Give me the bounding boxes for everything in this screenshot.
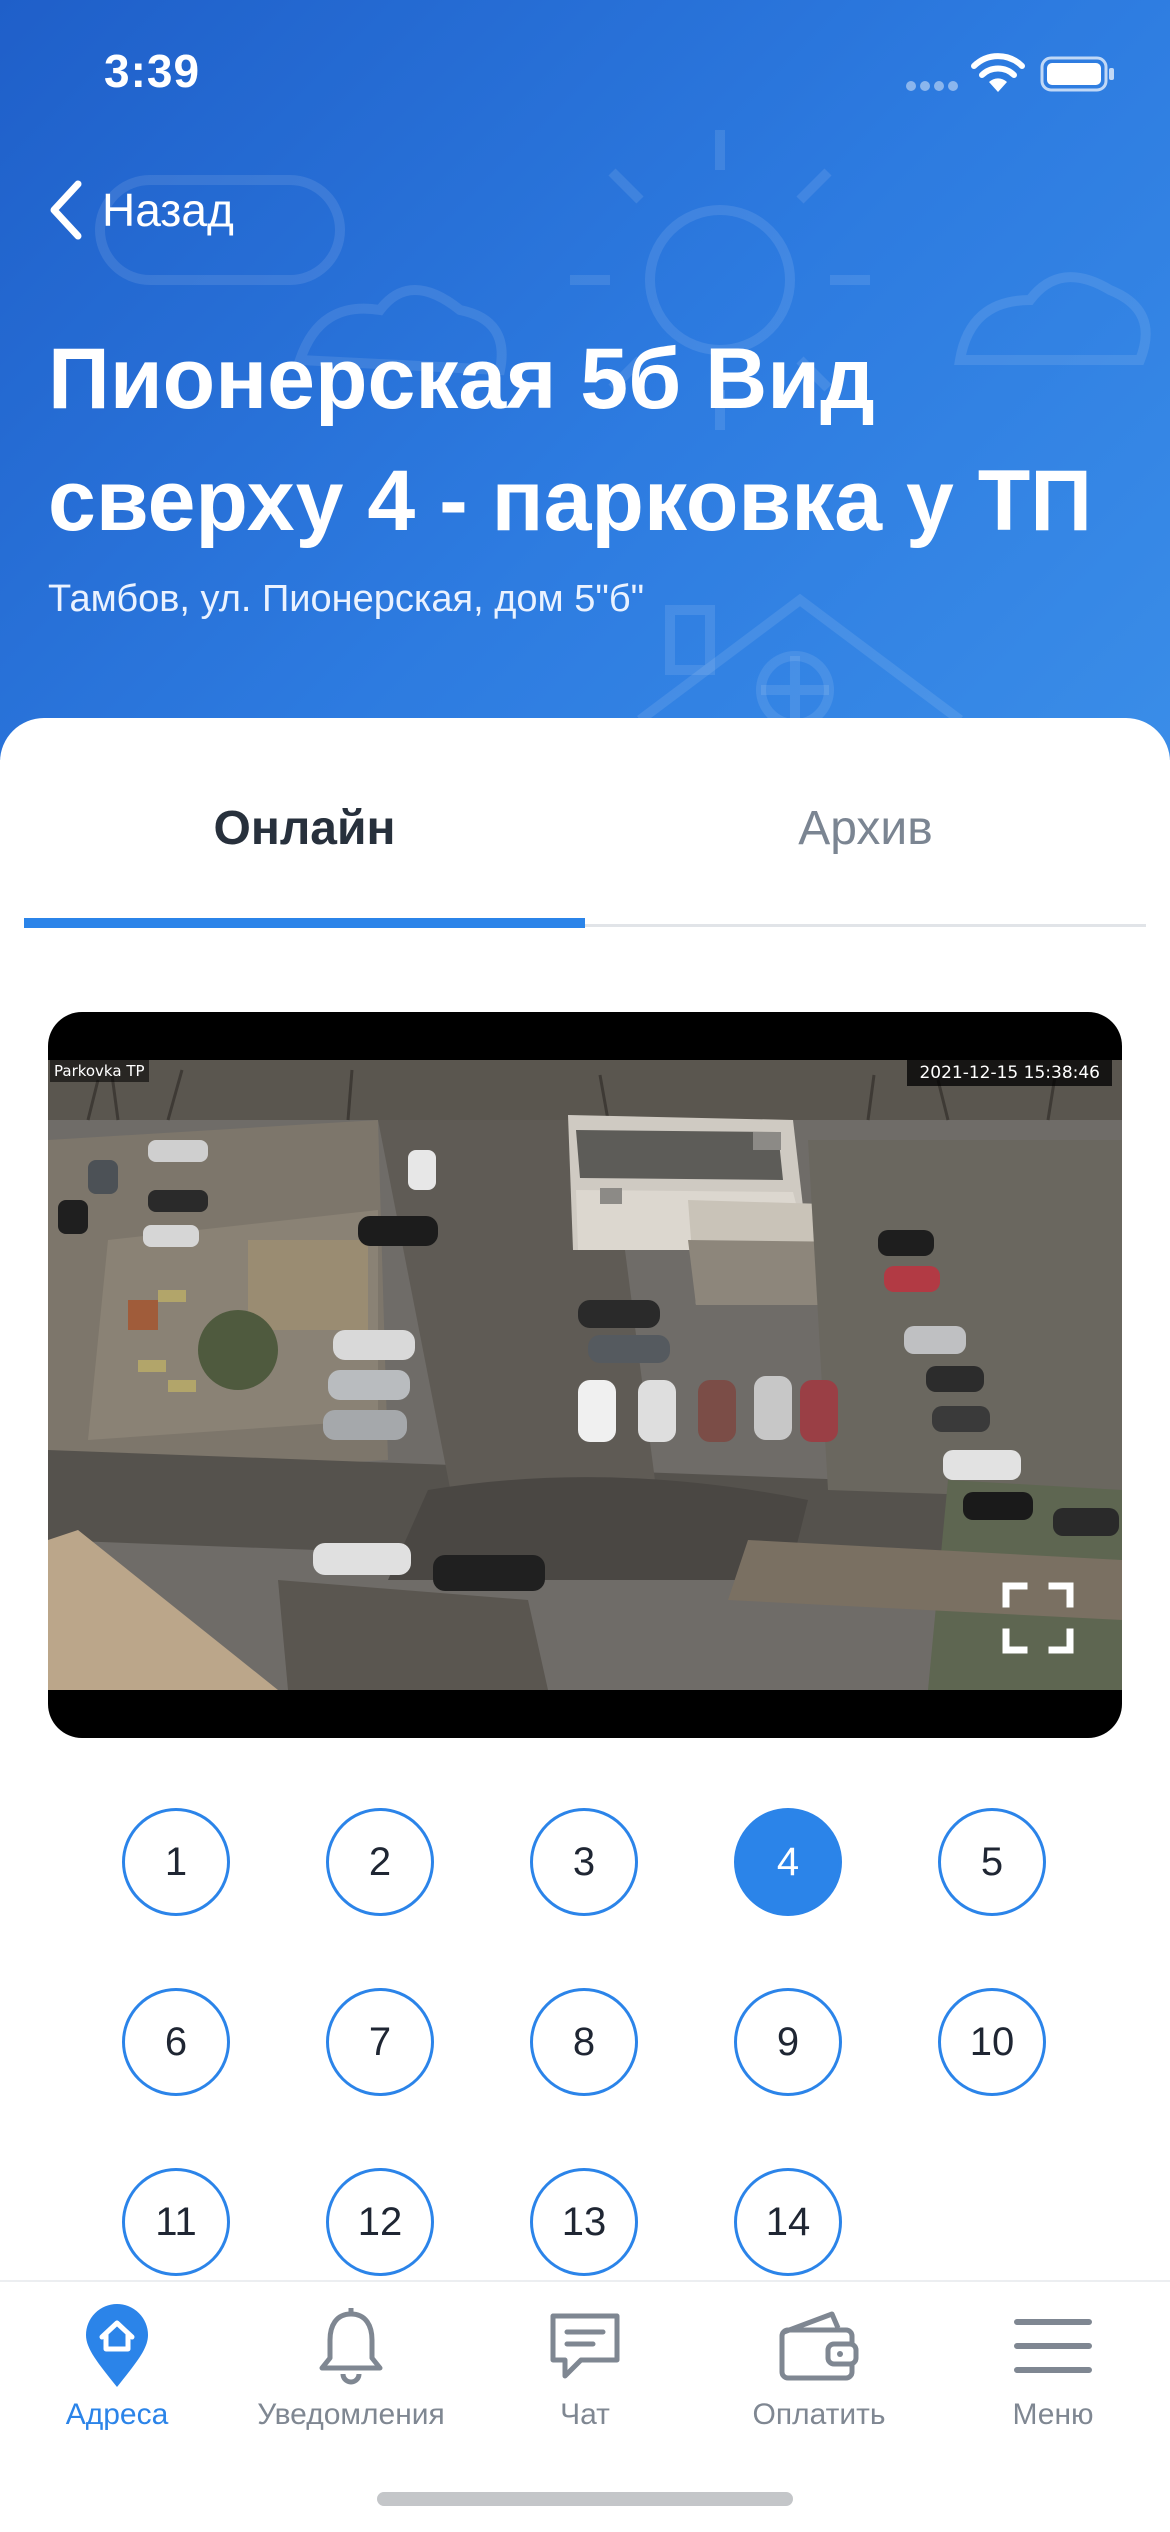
camera-button-1[interactable]: 1 — [122, 1808, 230, 1916]
tabbar-item-notifications[interactable]: Уведомления — [234, 2296, 468, 2456]
fullscreen-icon[interactable] — [998, 1578, 1078, 1658]
tabbar-label-menu: Меню — [1012, 2398, 1094, 2431]
tab-archive[interactable]: Архив — [585, 778, 1146, 878]
tabbar-label-addresses: Адреса — [65, 2398, 169, 2431]
camera-button-9[interactable]: 9 — [734, 1988, 842, 2096]
camera-button-12[interactable]: 12 — [326, 2168, 434, 2276]
wifi-icon — [971, 53, 1025, 92]
camera-button-14[interactable]: 14 — [734, 2168, 842, 2276]
signal-icon — [906, 81, 958, 91]
menu-icon — [1014, 2319, 1092, 2373]
camera-timestamp-overlay: 2021-12-15 15:38:46 — [907, 1060, 1112, 1086]
page-title: Пионерская 5б Вид сверху 4 - парковка у … — [48, 331, 1093, 549]
status-time: 3:39 — [104, 45, 201, 97]
tabbar-label-notifications: Уведомления — [257, 2398, 445, 2431]
camera-video-player[interactable]: Parkovka TP 2021-12-15 15:38:46 — [48, 1012, 1122, 1738]
back-button[interactable]: Назад — [48, 170, 234, 250]
content-card: Онлайн Архив Parkovka TP 2021-12-15 15:3… — [0, 718, 1170, 2532]
bell-icon — [319, 2308, 383, 2385]
tabbar-label-chat: Чат — [560, 2398, 610, 2431]
camera-button-13[interactable]: 13 — [530, 2168, 638, 2276]
camera-name-overlay: Parkovka TP — [50, 1060, 149, 1082]
tabbar-item-menu[interactable]: Меню — [936, 2296, 1170, 2456]
camera-button-2[interactable]: 2 — [326, 1808, 434, 1916]
tabbar-label-pay: Оплатить — [752, 2398, 886, 2431]
camera-button-4[interactable]: 4 — [734, 1808, 842, 1916]
home-indicator — [377, 2492, 793, 2506]
chat-icon — [550, 2313, 620, 2379]
camera-button-11[interactable]: 11 — [122, 2168, 230, 2276]
status-bar: 3:39 — [0, 0, 1170, 150]
tab-active-indicator — [24, 918, 585, 928]
camera-button-7[interactable]: 7 — [326, 1988, 434, 2096]
tab-online[interactable]: Онлайн — [24, 778, 585, 878]
address-subtitle: Тамбов, ул. Пионерская, дом 5"б" — [48, 578, 645, 620]
wallet-icon — [779, 2311, 859, 2381]
camera-button-10[interactable]: 10 — [938, 1988, 1046, 2096]
camera-button-6[interactable]: 6 — [122, 1988, 230, 2096]
home-pin-icon — [86, 2304, 148, 2387]
battery-icon — [1040, 56, 1114, 92]
tabbar-item-chat[interactable]: Чат — [468, 2296, 702, 2456]
tabbar-item-addresses[interactable]: Адреса — [0, 2296, 234, 2456]
camera-button-3[interactable]: 3 — [530, 1808, 638, 1916]
parking-lot-camera-image — [48, 1060, 1122, 1690]
header: 3:39 Назад Пионерская 5б Вид сверху 4 - … — [0, 0, 1170, 760]
camera-video-frame — [48, 1060, 1122, 1690]
camera-button-8[interactable]: 8 — [530, 1988, 638, 2096]
chevron-left-icon — [50, 180, 82, 240]
camera-button-5[interactable]: 5 — [938, 1808, 1046, 1916]
tabbar-item-pay[interactable]: Оплатить — [702, 2296, 936, 2456]
back-label: Назад — [102, 184, 234, 236]
view-tabs: Онлайн Архив — [24, 718, 1146, 928]
